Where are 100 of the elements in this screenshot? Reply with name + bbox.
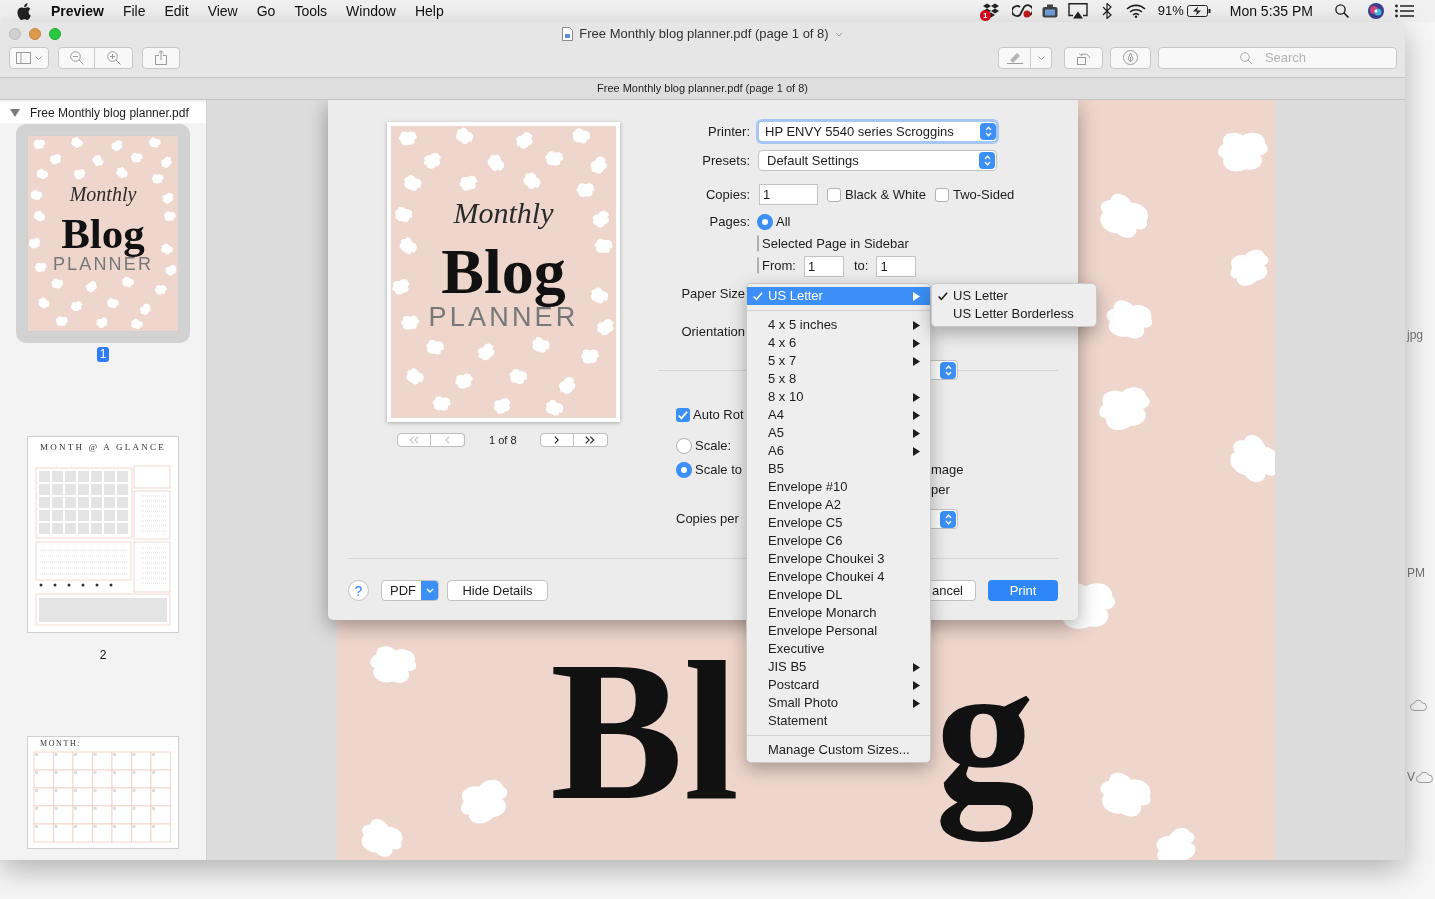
- menu-item[interactable]: Envelope Monarch: [747, 604, 930, 622]
- popup-button[interactable]: [931, 360, 958, 380]
- menu-item[interactable]: 4 x 5 inches: [747, 316, 930, 334]
- radio-label: From:: [762, 257, 796, 276]
- hide-details-button[interactable]: Hide Details: [447, 580, 548, 601]
- menu-item[interactable]: A6: [747, 442, 930, 460]
- apple-icon[interactable]: [17, 2, 31, 20]
- menu-item[interactable]: 8 x 10: [747, 388, 930, 406]
- menu-item[interactable]: 4 x 6: [747, 334, 930, 352]
- disclosure-triangle-icon[interactable]: [10, 108, 20, 117]
- radio-button[interactable]: [676, 462, 692, 478]
- menu-title[interactable]: Tools: [294, 0, 328, 22]
- menu-title[interactable]: Edit: [164, 0, 189, 22]
- radio-button[interactable]: [676, 438, 692, 454]
- search-field[interactable]: Search: [1158, 46, 1397, 69]
- checkbox[interactable]: [676, 408, 690, 422]
- menu-item[interactable]: US Letter Borderless: [932, 305, 1096, 323]
- menu-item[interactable]: Manage Custom Sizes...: [747, 741, 930, 759]
- rotate-icon: [1076, 50, 1091, 65]
- menu-item[interactable]: A5: [747, 424, 930, 442]
- zoom-in-button[interactable]: [95, 46, 133, 69]
- search-icon[interactable]: [1335, 4, 1349, 18]
- chevron-left-icon: [445, 436, 450, 444]
- menu-item[interactable]: Envelope DL: [747, 586, 930, 604]
- minimize-button[interactable]: [29, 28, 41, 40]
- menu-item[interactable]: Envelope A2: [747, 496, 930, 514]
- markup-button[interactable]: [1110, 46, 1151, 69]
- screen-mirroring-icon[interactable]: [1067, 3, 1088, 19]
- menu-item[interactable]: A4: [747, 406, 930, 424]
- radio-button[interactable]: [757, 214, 773, 230]
- pen-nib-circle-icon: [1123, 50, 1138, 65]
- window-title: Free Monthly blog planner.pdf (page 1 of 8): [579, 25, 829, 44]
- print-button[interactable]: Print: [988, 580, 1058, 601]
- desktop-file-label: PM: [1407, 566, 1425, 580]
- popup-button[interactable]: [931, 509, 958, 529]
- popup-button[interactable]: Default Settings: [758, 150, 997, 171]
- chevron-right-icon: [554, 436, 560, 444]
- list-icon[interactable]: [1395, 4, 1414, 18]
- popup-button[interactable]: HP ENVY 5540 series Scroggins: [756, 119, 999, 144]
- menu-item[interactable]: JIS B5: [747, 658, 930, 676]
- camera-icon[interactable]: [1041, 4, 1058, 18]
- menu-title[interactable]: Help: [414, 0, 444, 22]
- last-page-button[interactable]: [573, 433, 608, 447]
- field-label: Paper Size: [680, 285, 745, 304]
- menu-item[interactable]: Envelope Personal: [747, 622, 930, 640]
- menu-title[interactable]: File: [122, 0, 146, 22]
- chevron-down-icon[interactable]: [834, 31, 843, 37]
- stepper-icon: [980, 123, 996, 140]
- menu-title[interactable]: View: [207, 0, 238, 22]
- menu-item[interactable]: 5 x 7: [747, 352, 930, 370]
- page-heading: MONTH @ A GLANCE: [39, 443, 166, 453]
- wifi-icon[interactable]: [1125, 4, 1146, 18]
- battery-icon[interactable]: [1186, 5, 1211, 17]
- page-from-field[interactable]: 1: [803, 255, 844, 277]
- menu-item[interactable]: Envelope Choukei 4: [747, 568, 930, 586]
- cover-title: Blog: [61, 212, 145, 256]
- open-box-icon[interactable]: [981, 3, 1000, 19]
- option-label-fragment: mage: [931, 461, 964, 480]
- linked-rings-icon[interactable]: [1011, 4, 1032, 18]
- menu-item[interactable]: Small Photo: [747, 694, 930, 712]
- checkbox-label: Auto Rot: [693, 406, 744, 425]
- sidebar-icon: [16, 51, 31, 64]
- menu-title[interactable]: Go: [256, 0, 276, 22]
- radio-label: Scale to: [695, 461, 742, 480]
- orb-icon[interactable]: [1368, 3, 1384, 19]
- menu-item[interactable]: 5 x 8: [747, 370, 930, 388]
- menu-item[interactable]: Envelope C6: [747, 532, 930, 550]
- page-number: 2: [98, 648, 108, 664]
- chevron-down-icon: [1037, 55, 1045, 60]
- zoom-out-button[interactable]: [58, 46, 95, 69]
- menu-bar-clock[interactable]: Mon 5:35 PM: [1229, 0, 1313, 22]
- app-menu[interactable]: Preview: [51, 0, 104, 22]
- cloud-icon: [1410, 699, 1427, 711]
- menu-item[interactable]: Envelope #10: [747, 478, 930, 496]
- page-to-field[interactable]: 1: [876, 255, 917, 277]
- menu-item[interactable]: Envelope C5: [747, 514, 930, 532]
- menu-item[interactable]: US Letter: [932, 287, 1096, 305]
- pdf-menu-button[interactable]: PDF: [381, 580, 439, 601]
- highlight-button[interactable]: [998, 46, 1052, 69]
- copies-field[interactable]: 1: [759, 184, 818, 205]
- double-chevron-right-icon: [585, 436, 596, 444]
- menu-item[interactable]: Envelope Choukei 3: [747, 550, 930, 568]
- menu-item[interactable]: Statement: [747, 712, 930, 730]
- checkbox[interactable]: [934, 187, 949, 202]
- zoom-out-icon: [69, 50, 84, 65]
- menu-item[interactable]: B5: [747, 460, 930, 478]
- share-button[interactable]: [142, 46, 180, 69]
- bluetooth-icon[interactable]: [1101, 3, 1112, 19]
- help-button[interactable]: ?: [348, 580, 369, 601]
- document-path: Free Monthly blog planner.pdf (page 1 of 8): [597, 81, 808, 97]
- menu-item[interactable]: Executive: [747, 640, 930, 658]
- menu-item[interactable]: Postcard: [747, 676, 930, 694]
- rotate-button[interactable]: [1064, 46, 1103, 69]
- menu-title[interactable]: Window: [346, 0, 396, 22]
- field-label: Printer:: [707, 122, 750, 141]
- zoom-button[interactable]: [49, 28, 61, 40]
- checkbox-label: Black & White: [845, 185, 926, 204]
- cancel-button[interactable]: ancel: [931, 580, 976, 601]
- checkbox[interactable]: [827, 187, 841, 202]
- sidebar-toggle-button[interactable]: [9, 46, 49, 69]
